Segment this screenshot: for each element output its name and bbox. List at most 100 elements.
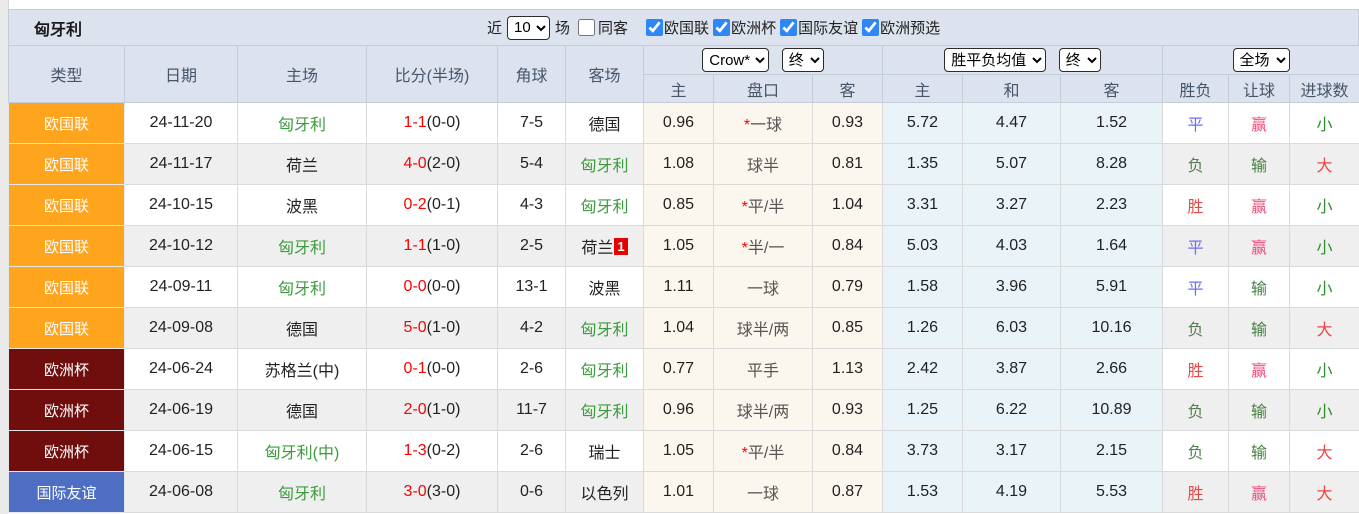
handicap-line: 一球: [713, 471, 813, 513]
result-flag: 负: [1162, 389, 1230, 431]
handicap-text: 一球: [746, 486, 779, 503]
league-checkbox-friendly[interactable]: [780, 19, 798, 36]
league-badge: 欧洲杯: [8, 389, 125, 431]
odds-away: 1.13: [812, 348, 883, 390]
home-team: 苏格兰(中): [237, 348, 367, 390]
recent-count-select[interactable]: 10: [507, 15, 551, 40]
odds-home: 1.08: [643, 143, 714, 185]
away-team: 匈牙利: [565, 389, 644, 431]
handicap-text: 平/半: [747, 199, 785, 216]
filter-controls: 近 10 场 同客 欧国联 欧洲杯 国际友谊 欧洲预选: [487, 10, 940, 45]
corners: 11-7: [497, 389, 566, 431]
handicap-line: 一球: [713, 266, 813, 308]
handicap-result-flag: 赢: [1228, 184, 1291, 226]
goals-flag: 小: [1289, 184, 1359, 226]
away-team: 匈牙利: [565, 143, 644, 185]
result-flag: 平: [1162, 225, 1230, 267]
match-body: 欧国联 24-11-20 匈牙利 1-1(0-0) 7-5 德国 0.96 *一…: [8, 102, 1359, 513]
odds-home: 0.96: [643, 389, 714, 431]
subcol-header-result: 胜负: [1162, 74, 1230, 103]
away-team-name: 匈牙利: [580, 404, 629, 421]
handicap-text: 一球: [746, 281, 779, 298]
avg-win: 5.03: [882, 225, 963, 267]
avg-draw: 3.27: [962, 184, 1061, 226]
col-header-away: 客场: [565, 45, 644, 103]
match-row: 欧洲杯 24-06-15 匈牙利(中) 1-3(0-2) 2-6 瑞士 1.05…: [8, 430, 1359, 472]
away-team-name: 匈牙利: [580, 322, 629, 339]
home-team-name: 德国: [285, 404, 318, 421]
match-date: 24-10-12: [124, 225, 238, 267]
league-badge: 欧国联: [8, 102, 125, 144]
top-strip: [8, 0, 1359, 9]
odds-time-select[interactable]: 终: [781, 48, 824, 72]
league-badge: 欧洲杯: [8, 430, 125, 472]
match-date: 24-11-17: [124, 143, 238, 185]
match-row: 欧国联 24-10-12 匈牙利 1-1(1-0) 2-5 荷兰 1 1.05 *…: [8, 225, 1359, 267]
average-type-select[interactable]: 胜平负均值: [944, 48, 1047, 72]
home-team-name: 波黑: [285, 199, 318, 216]
fulltime-score: 3-0: [403, 483, 427, 500]
league-badge: 欧国联: [8, 266, 125, 308]
avg-draw: 3.96: [962, 266, 1061, 308]
average-time-select[interactable]: 终: [1058, 48, 1101, 72]
result-flag: 胜: [1162, 184, 1230, 226]
home-team: 匈牙利: [237, 102, 367, 144]
halftime-score: (1-0): [426, 237, 461, 254]
league-badge: 欧国联: [8, 225, 125, 267]
corners: 2-6: [497, 348, 566, 390]
matches-table: 类型 日期 主场 比分(半场) 角球 客场 Crow* 终 胜平负均值 终 全场: [8, 45, 1359, 513]
league-checkbox-qualifiers[interactable]: [862, 19, 880, 36]
avg-draw: 5.07: [962, 143, 1061, 185]
fulltime-score: 1-1: [403, 237, 427, 254]
halftime-score: (0-1): [426, 196, 461, 213]
handicap-line: 球半/两: [713, 389, 813, 431]
league-filter-euro[interactable]: 欧洲杯: [709, 17, 776, 38]
league-filter-nations[interactable]: 欧国联: [642, 17, 709, 38]
handicap-text: 平手: [746, 363, 779, 380]
home-team: 荷兰: [237, 143, 367, 185]
same-venue-checkbox[interactable]: [578, 19, 596, 36]
league-badge: 欧洲杯: [8, 348, 125, 390]
handicap-text: 半/一: [747, 240, 785, 257]
goals-flag: 大: [1289, 471, 1359, 513]
league-filter-friendly[interactable]: 国际友谊: [776, 17, 858, 38]
match-row: 欧国联 24-09-08 德国 5-0(1-0) 4-2 匈牙利 1.04 球半…: [8, 307, 1359, 349]
result-flag: 负: [1162, 307, 1230, 349]
home-team: 波黑: [237, 184, 367, 226]
away-team: 匈牙利: [565, 184, 644, 226]
average-group-header: 胜平负均值 终: [881, 45, 1164, 75]
league-checkbox-euro[interactable]: [713, 19, 731, 36]
avg-lose: 10.89: [1059, 389, 1164, 431]
matches-label: 场: [555, 20, 571, 37]
halftime-score: (1-0): [426, 401, 461, 418]
same-venue-label: 同客: [598, 20, 629, 37]
handicap-text: 球半/两: [736, 322, 790, 339]
col-header-date: 日期: [124, 45, 238, 103]
match-row: 欧国联 24-11-17 荷兰 4-0(2-0) 5-4 匈牙利 1.08 球半…: [8, 143, 1359, 185]
odds-home: 0.85: [643, 184, 714, 226]
col-header-type: 类型: [8, 45, 125, 103]
result-flag: 胜: [1162, 348, 1230, 390]
subcol-header-avg-lose: 客: [1059, 74, 1164, 103]
home-team-name: 匈牙利: [277, 117, 326, 134]
scope-select[interactable]: 全场: [1232, 48, 1290, 72]
handicap-line: 球半/两: [713, 307, 813, 349]
home-team: 德国: [237, 307, 367, 349]
result-flag: 平: [1162, 102, 1230, 144]
corners: 13-1: [497, 266, 566, 308]
odds-company-select[interactable]: Crow*: [702, 48, 770, 72]
corners: 4-3: [497, 184, 566, 226]
league-filter-qualifiers[interactable]: 欧洲预选: [858, 17, 940, 38]
league-badge: 国际友谊: [8, 471, 125, 513]
subcol-header-avg-draw: 和: [962, 74, 1061, 103]
league-checkbox-nations[interactable]: [646, 19, 664, 36]
result-flag: 平: [1162, 266, 1230, 308]
goals-flag: 小: [1289, 389, 1359, 431]
match-date: 24-09-08: [124, 307, 238, 349]
handicap-result-flag: 输: [1228, 143, 1291, 185]
match-row: 欧国联 24-09-11 匈牙利 0-0(0-0) 13-1 波黑 1.11 一…: [8, 266, 1359, 308]
match-row: 欧国联 24-10-15 波黑 0-2(0-1) 4-3 匈牙利 0.85 *平…: [8, 184, 1359, 226]
handicap-result-flag: 输: [1228, 389, 1291, 431]
home-team-name: 匈牙利: [277, 240, 326, 257]
league-badge: 欧国联: [8, 184, 125, 226]
